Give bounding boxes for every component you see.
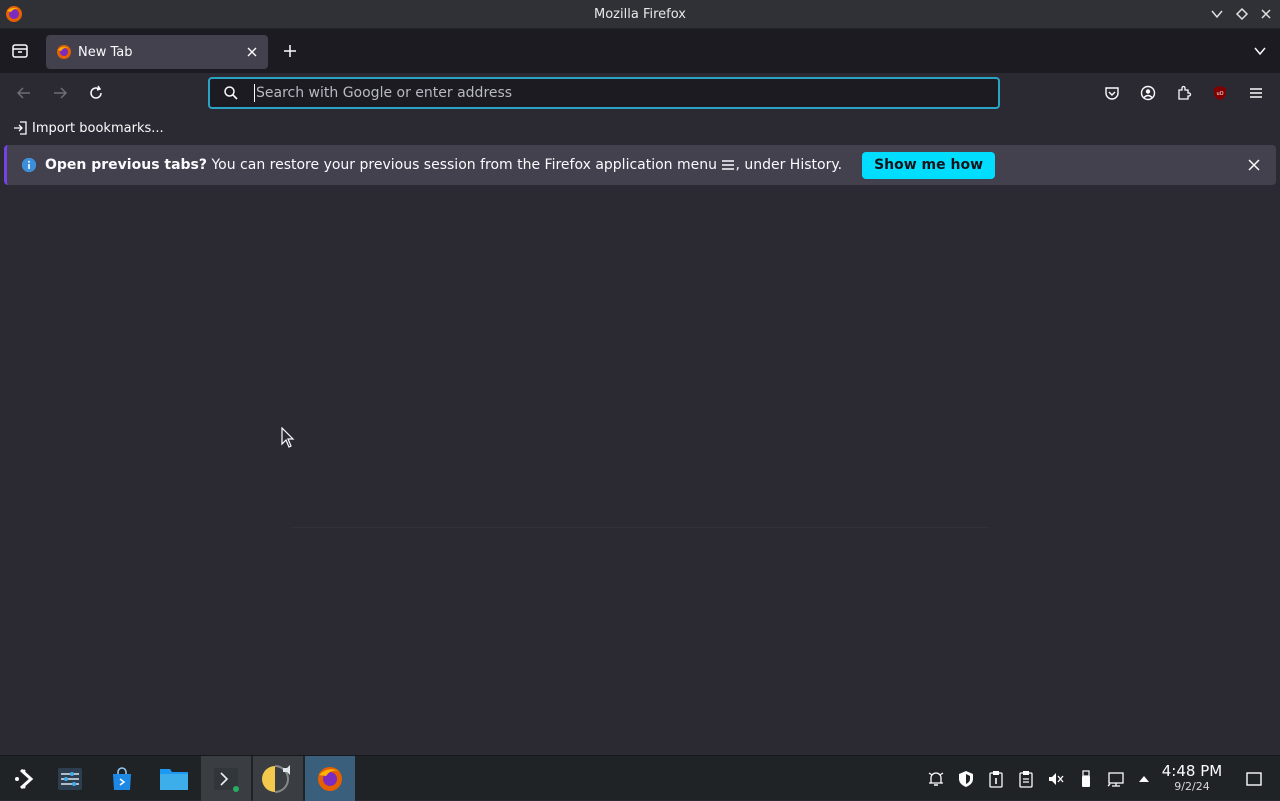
- hamburger-menu-icon[interactable]: [1244, 81, 1268, 105]
- tab-label: New Tab: [78, 44, 133, 60]
- info-icon: [21, 157, 37, 173]
- notification-title: Open previous tabs?: [45, 157, 208, 173]
- divider: [290, 527, 990, 528]
- usb-device-icon[interactable]: [1075, 768, 1097, 790]
- notification-message: Open previous tabs? You can restore your…: [45, 157, 842, 173]
- ublock-origin-icon[interactable]: uO: [1208, 81, 1232, 105]
- clock-time: 4:48 PM: [1161, 762, 1223, 780]
- svg-text:uO: uO: [1216, 91, 1223, 97]
- back-arrow-icon[interactable]: [12, 81, 36, 105]
- page-content: [0, 187, 1280, 755]
- file-manager-button[interactable]: [149, 756, 199, 801]
- show-hidden-icons-icon[interactable]: [1133, 768, 1155, 790]
- new-tab-icon[interactable]: [279, 40, 301, 62]
- volume-muted-icon[interactable]: [1045, 768, 1067, 790]
- firefox-view-icon[interactable]: [8, 40, 32, 62]
- forward-arrow-icon[interactable]: [48, 81, 72, 105]
- audio-app-button[interactable]: [253, 756, 303, 801]
- clock-date: 9/2/24: [1174, 780, 1210, 793]
- mouse-pointer-icon: [281, 427, 295, 449]
- minimize-icon[interactable]: [1208, 5, 1226, 23]
- search-icon: [222, 84, 240, 102]
- extensions-icon[interactable]: [1172, 81, 1196, 105]
- window-titlebar: Mozilla Firefox: [0, 0, 1280, 29]
- notifications-icon[interactable]: [925, 768, 947, 790]
- address-input[interactable]: [256, 85, 998, 101]
- window-title: Mozilla Firefox: [594, 6, 686, 22]
- close-tab-icon[interactable]: [244, 44, 260, 60]
- firefox-favicon-icon: [56, 44, 72, 60]
- menu-lines-icon: [721, 159, 735, 171]
- close-notification-icon[interactable]: [1246, 157, 1262, 173]
- notification-text: You can restore your previous session fr…: [211, 157, 717, 173]
- clipboard-icon[interactable]: [1015, 768, 1037, 790]
- discover-store-button[interactable]: [97, 756, 147, 801]
- system-settings-button[interactable]: [45, 756, 95, 801]
- app-launcher-button[interactable]: [0, 756, 50, 801]
- bookmarks-toolbar: Import bookmarks...: [0, 113, 1280, 143]
- show-desktop-icon[interactable]: [1243, 768, 1265, 790]
- list-all-tabs-icon[interactable]: [1250, 41, 1270, 61]
- firefox-app-icon: [4, 4, 24, 24]
- tab-new-tab[interactable]: New Tab: [46, 35, 268, 69]
- address-bar[interactable]: [208, 77, 1000, 109]
- clock[interactable]: 4:48 PM 9/2/24: [1158, 762, 1226, 794]
- import-icon: [12, 120, 28, 136]
- maximize-icon[interactable]: [1233, 5, 1251, 23]
- text-caret: [254, 84, 255, 102]
- session-restore-notification: Open previous tabs? You can restore your…: [4, 145, 1276, 185]
- close-window-icon[interactable]: [1257, 5, 1275, 23]
- reload-icon[interactable]: [84, 81, 108, 105]
- shield-icon[interactable]: [955, 768, 977, 790]
- taskbar: 4:48 PM 9/2/24: [0, 755, 1280, 801]
- pocket-icon[interactable]: [1100, 81, 1124, 105]
- import-bookmarks-link[interactable]: Import bookmarks...: [32, 121, 164, 136]
- network-wired-icon[interactable]: [1105, 768, 1127, 790]
- terminal-button[interactable]: [201, 756, 251, 801]
- notification-suffix: , under History.: [735, 157, 843, 173]
- account-icon[interactable]: [1136, 81, 1160, 105]
- show-me-how-button[interactable]: Show me how: [862, 151, 996, 179]
- firefox-taskbar-button[interactable]: [305, 756, 355, 801]
- navigation-toolbar: uO: [0, 73, 1280, 113]
- tab-strip: New Tab: [0, 29, 1280, 73]
- clipboard-info-icon[interactable]: [985, 768, 1007, 790]
